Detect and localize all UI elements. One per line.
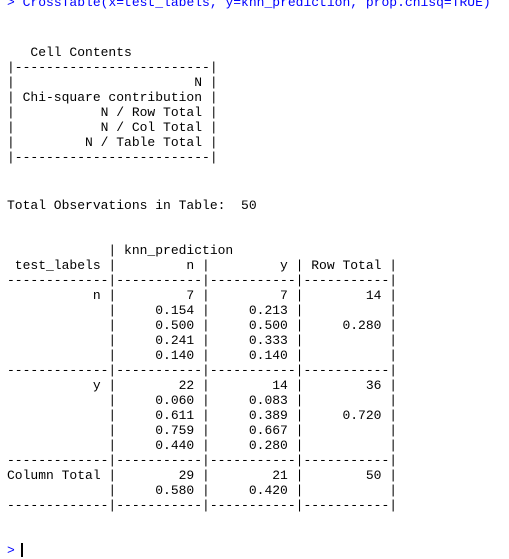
input-prompt-line[interactable]: > xyxy=(7,543,23,558)
crosstab-rule: -------------|-----------|-----------|--… xyxy=(7,363,398,378)
crosstab-rule: -------------|-----------|-----------|--… xyxy=(7,453,398,468)
legend-row-col-total: | N / Col Total | xyxy=(7,120,218,135)
prompt-symbol: > xyxy=(7,0,15,10)
table-row: | 0.060 | 0.083 | | xyxy=(7,393,405,408)
table-row: | 0.241 | 0.333 | | xyxy=(7,333,405,348)
command-line: > CrossTable(x=test_labels, y=knn_predic… xyxy=(7,0,491,10)
input-prompt-symbol: > xyxy=(7,543,15,558)
legend-rule-bottom: |-------------------------| xyxy=(7,150,218,165)
table-row: | 0.440 | 0.280 | | xyxy=(7,438,405,453)
command-text: CrossTable(x=test_labels, y=knn_predicti… xyxy=(22,0,491,10)
table-row: | 0.140 | 0.140 | | xyxy=(7,348,405,363)
legend-row-row-total: | N / Row Total | xyxy=(7,105,218,120)
cell-contents-legend: Cell Contents |-------------------------… xyxy=(7,45,218,165)
legend-row-n: | N | xyxy=(7,75,218,90)
table-row: | 0.611 | 0.389 | 0.720 | xyxy=(7,408,405,423)
table-row: | 0.580 | 0.420 | | xyxy=(7,483,405,498)
crosstab-rule: -------------|-----------|-----------|--… xyxy=(7,273,398,288)
table-row: | 0.154 | 0.213 | | xyxy=(7,303,405,318)
table-row: | 0.500 | 0.500 | 0.280 | xyxy=(7,318,405,333)
table-row: y | 22 | 14 | 36 | xyxy=(7,378,405,393)
legend-title: Cell Contents xyxy=(30,45,132,60)
table-row: Column Total | 29 | 21 | 50 | xyxy=(7,468,405,483)
crosstab-rule-bottom: -------------|-----------|-----------|--… xyxy=(7,498,398,513)
legend-row-table-total: | N / Table Total | xyxy=(7,135,218,150)
crosstab-header-1: | knn_prediction xyxy=(7,243,242,258)
legend-row-chisq: | Chi-square contribution | xyxy=(7,90,218,105)
table-row: n | 7 | 7 | 14 | xyxy=(7,288,405,303)
crosstab-header-2: test_labels | n | y | Row Total | xyxy=(7,258,405,273)
r-console: > CrossTable(x=test_labels, y=knn_predic… xyxy=(0,0,509,559)
crosstab-table: | knn_prediction test_labels | n | y | R… xyxy=(7,243,405,513)
legend-rule-top: |-------------------------| xyxy=(7,60,218,75)
table-row: | 0.759 | 0.667 | | xyxy=(7,423,405,438)
total-observations: Total Observations in Table: 50 xyxy=(7,198,257,213)
text-cursor xyxy=(20,543,23,557)
